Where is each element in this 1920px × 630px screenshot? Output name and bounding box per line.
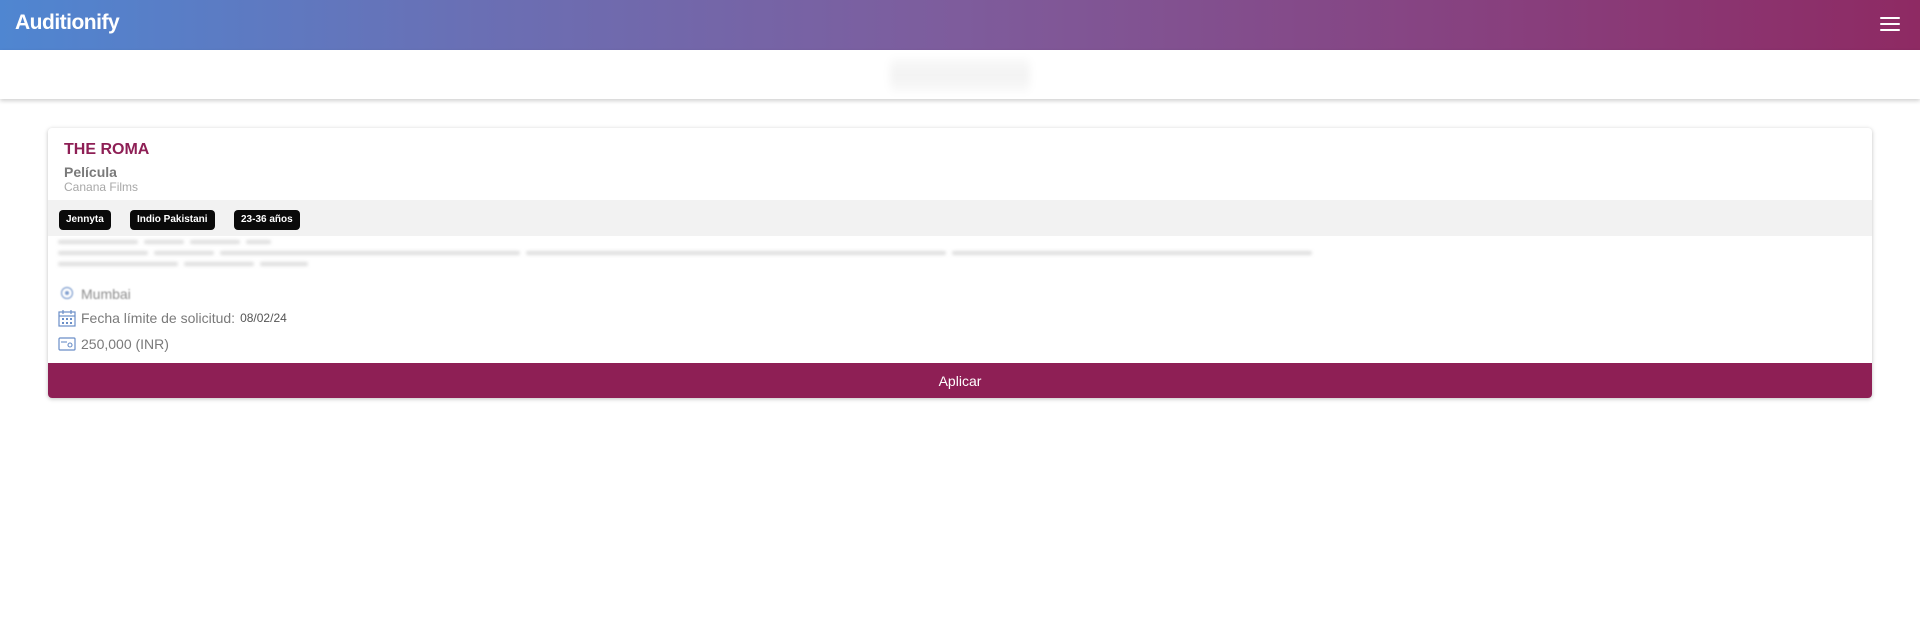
- compensation-text: 250,000 (INR): [81, 336, 169, 352]
- deadline-label: Fecha límite de solicitud:: [81, 310, 236, 326]
- location-pin-icon: [58, 285, 76, 303]
- role-tags-strip: Jennyta Indio Pakistani 23-36 años: [48, 200, 1872, 236]
- money-icon: [58, 335, 76, 353]
- blurred-role-description: [58, 236, 1508, 276]
- role-name-badge: Jennyta: [59, 210, 111, 230]
- secondary-toolbar: [0, 50, 1920, 99]
- project-category: Película: [64, 164, 117, 180]
- calendar-icon: [58, 309, 76, 327]
- top-navigation-bar: Auditionify: [0, 0, 1920, 50]
- casting-call-card[interactable]: THE ROMA Película Canana Films Jennyta I…: [48, 128, 1872, 398]
- hamburger-menu-icon[interactable]: [1880, 17, 1900, 33]
- deadline-row: Fecha límite de solicitud: 08/02/24: [58, 308, 287, 328]
- age-range-badge: 23-36 años: [234, 210, 300, 230]
- ethnicity-badge: Indio Pakistani: [130, 210, 215, 230]
- blurred-toolbar-content: [890, 58, 1030, 92]
- app-logo[interactable]: Auditionify: [15, 11, 120, 35]
- apply-button[interactable]: Aplicar: [48, 363, 1872, 398]
- deadline-value: 08/02/24: [240, 311, 287, 325]
- project-title: THE ROMA: [64, 141, 150, 158]
- location-text: Mumbai: [81, 286, 131, 302]
- production-company: Canana Films: [64, 180, 139, 194]
- location-row: Mumbai: [58, 284, 131, 304]
- compensation-row: 250,000 (INR): [58, 334, 169, 354]
